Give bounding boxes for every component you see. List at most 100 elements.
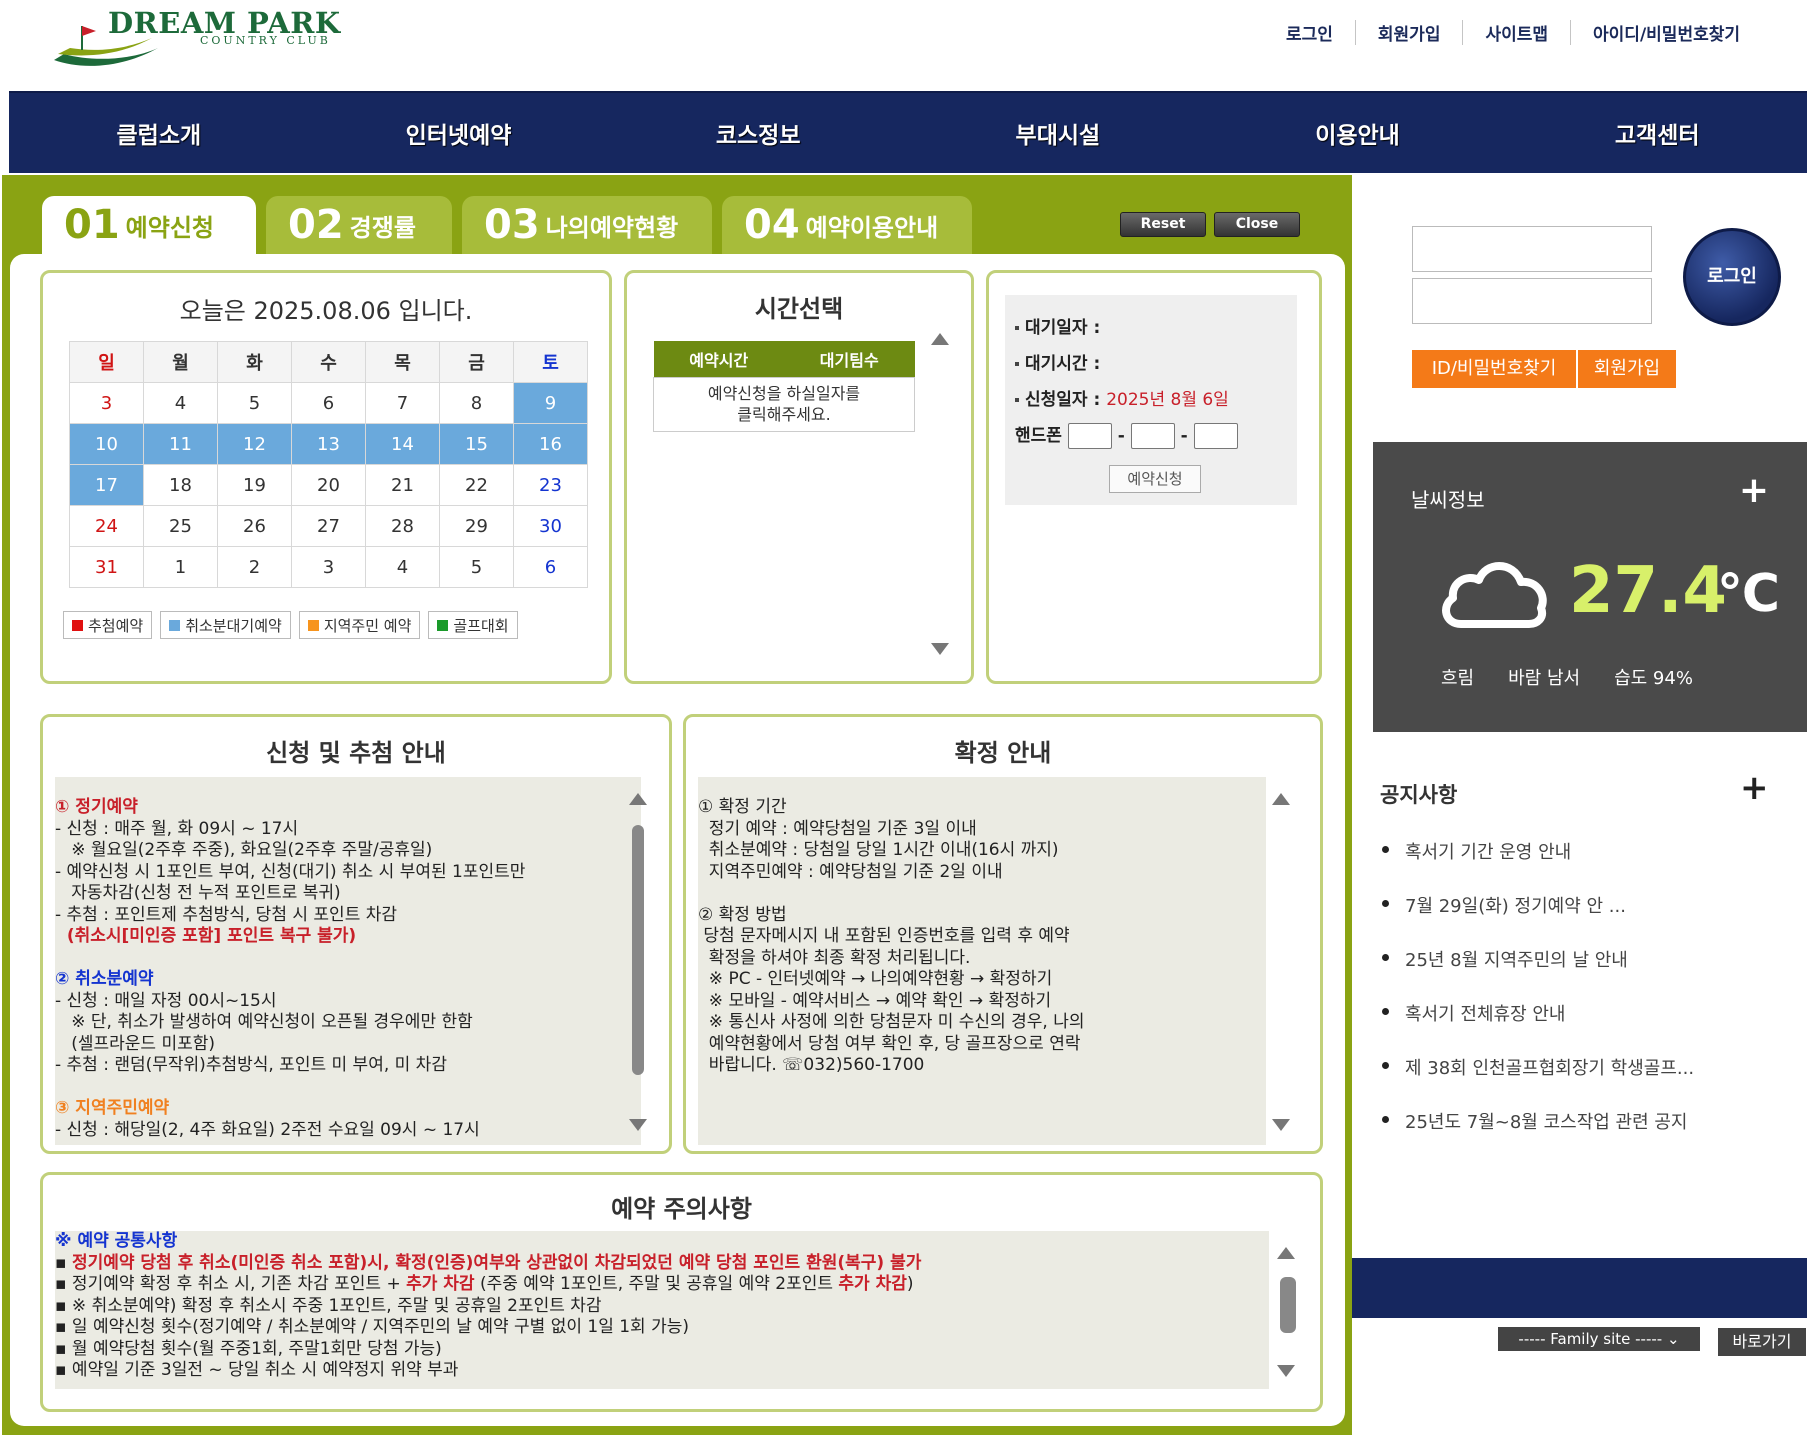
- login-password-input[interactable]: [1412, 278, 1652, 324]
- weekday-thu: 목: [365, 341, 440, 383]
- calendar-week: 17 18 19 20 21 22 23: [69, 464, 588, 506]
- find-id-password-link[interactable]: 아이디/비밀번호찾기: [1570, 20, 1762, 45]
- calendar-day: 24: [69, 505, 144, 547]
- caution-segment: ▪ 월 예약당첨 횟수(월 주중1회, 주말1회만 당첨 가능): [55, 1338, 442, 1359]
- calendar-day-available[interactable]: 13: [291, 423, 366, 465]
- calendar-day: 4: [143, 382, 218, 424]
- time-select-table: 예약시간 대기팀수 예약신청을 하실일자를 클릭해주세요.: [653, 341, 915, 432]
- nav-internet-reservation[interactable]: 인터넷예약: [309, 116, 609, 150]
- tab-label: 나의예약현황: [545, 213, 679, 242]
- nav-usage-guide[interactable]: 이용안내: [1208, 116, 1508, 150]
- tab-competition-rate[interactable]: 02 경쟁률: [266, 196, 452, 254]
- reservation-tabs: 01 예약신청 02 경쟁률 03 나의예약현황 04 예약이용안내: [42, 196, 972, 254]
- plus-icon[interactable]: +: [1739, 470, 1769, 511]
- phone-input-1[interactable]: [1067, 423, 1112, 449]
- calendar-day-available[interactable]: 16: [513, 423, 588, 465]
- calendar-day-available[interactable]: 14: [365, 423, 440, 465]
- tab-label: 예약이용안내: [805, 213, 939, 242]
- calendar-day-available[interactable]: 17: [69, 464, 144, 506]
- notice-item[interactable]: 혹서기 기간 운영 안내: [1382, 838, 1694, 892]
- weather-unit: ℃: [1717, 564, 1780, 624]
- nav-customer-center[interactable]: 고객센터: [1507, 116, 1807, 150]
- calendar-day-available[interactable]: 12: [217, 423, 292, 465]
- login-id-input[interactable]: [1412, 226, 1652, 272]
- apply-info-text: ① 정기예약 - 신청 : 매주 월, 화 09시 ~ 17시 ※ 월요일(2주후…: [55, 777, 641, 1145]
- notice-item[interactable]: 제 38회 인천골프협회장기 학생골프...: [1382, 1054, 1694, 1108]
- calendar-week: 3 4 5 6 7 8 9: [69, 382, 588, 424]
- go-button[interactable]: 바로가기: [1718, 1328, 1806, 1356]
- notice-item[interactable]: 25년 8월 지역주민의 날 안내: [1382, 946, 1694, 1000]
- calendar-day: 6: [513, 546, 588, 588]
- reset-button[interactable]: Reset: [1120, 212, 1206, 237]
- calendar-day-available[interactable]: 10: [69, 423, 144, 465]
- nav-course-info[interactable]: 코스정보: [608, 116, 908, 150]
- calendar-day: 30: [513, 505, 588, 547]
- scrollbar-thumb[interactable]: [632, 825, 644, 1075]
- sitemap-link[interactable]: 사이트맵: [1462, 20, 1570, 45]
- login-link[interactable]: 로그인: [1264, 20, 1355, 45]
- scroll-up-arrow-icon[interactable]: [931, 333, 949, 345]
- info-line: ※ PC - 인터넷예약 → 나의예약현황 → 확정하기: [698, 969, 1053, 989]
- caution-segment: ※ 예약 공통사항: [55, 1231, 178, 1251]
- scroll-down-arrow-icon[interactable]: [1272, 1119, 1290, 1131]
- nav-club-intro[interactable]: 클럽소개: [9, 116, 309, 150]
- caution-segment: 추가 차감: [406, 1274, 475, 1294]
- panel-buttons: Reset Close: [1120, 212, 1300, 237]
- scrollbar-thumb[interactable]: [1280, 1277, 1296, 1333]
- calendar-day: 6: [291, 382, 366, 424]
- tab-reservation-apply[interactable]: 01 예약신청: [42, 196, 256, 254]
- info-line: ② 확정 방법: [698, 904, 787, 925]
- join-link[interactable]: 회원가입: [1354, 20, 1463, 45]
- info-line: - 신청 : 해당일(2, 4주 화요일) 2주전 수요일 09시 ~ 17시: [55, 1119, 480, 1140]
- time-select-box: 시간선택 예약시간 대기팀수 예약신청을 하실일자를 클릭해주세요.: [624, 270, 974, 684]
- calendar-day-available[interactable]: 11: [143, 423, 218, 465]
- notice-item[interactable]: 7월 29일(화) 정기예약 안 ...: [1382, 892, 1694, 946]
- plus-icon[interactable]: +: [1740, 768, 1769, 808]
- time-select-header: 예약시간 대기팀수: [653, 341, 915, 377]
- find-id-password-button[interactable]: ID/비밀번호찾기: [1412, 350, 1576, 388]
- scroll-down-arrow-icon[interactable]: [1277, 1365, 1295, 1377]
- waiting-form: 대기일자 : 대기시간 : 신청일자 : 2025년 8월 6일 핸드폰 - -…: [1005, 295, 1297, 505]
- today-date: 오늘은 2025.08.06 입니다.: [179, 297, 473, 325]
- legend-swatch: [307, 619, 319, 631]
- bullet: [1382, 900, 1389, 907]
- tab-number: 02: [288, 202, 344, 248]
- scroll-down-arrow-icon[interactable]: [629, 1119, 647, 1131]
- nav-facilities[interactable]: 부대시설: [908, 116, 1208, 150]
- join-button[interactable]: 회원가입: [1576, 350, 1676, 388]
- close-button[interactable]: Close: [1214, 212, 1300, 237]
- login-button[interactable]: 로그인: [1683, 228, 1781, 326]
- bullet: [1015, 398, 1019, 402]
- tab-my-reservations[interactable]: 03 나의예약현황: [462, 196, 712, 254]
- calendar-day-available[interactable]: 9: [513, 382, 588, 424]
- legend-local-resident: 지역주민 예약: [298, 611, 421, 639]
- info-line: ① 정기예약: [55, 797, 138, 817]
- calendar-day-available[interactable]: 15: [439, 423, 514, 465]
- info-line: (셀프라운드 미포함): [55, 1033, 215, 1054]
- notice-text: 7월 29일(화) 정기예약 안 ...: [1405, 896, 1626, 917]
- notice-item[interactable]: 혹서기 전체휴장 안내: [1382, 1000, 1694, 1054]
- phone-input-2[interactable]: [1130, 423, 1175, 449]
- calendar-day: 18: [143, 464, 218, 506]
- notice-item[interactable]: 25년도 7월~8월 코스작업 관련 공지: [1382, 1108, 1694, 1162]
- info-line: [55, 948, 641, 970]
- dream-park-logo[interactable]: DREAM PARK COUNTRY CLUB: [52, 6, 342, 70]
- scroll-up-arrow-icon[interactable]: [1272, 793, 1290, 805]
- tab-label: 예약신청: [125, 213, 214, 242]
- bullet: [1382, 1062, 1389, 1069]
- weekday-sat: 토: [513, 341, 588, 383]
- scroll-down-arrow-icon[interactable]: [931, 643, 949, 655]
- info-line: - 신청 : 매일 자정 00시~15시: [55, 990, 277, 1011]
- caution-segment: ▪ 일 예약신청 횟수(정기예약 / 취소분예약 / 지역주민의 날 예약 구별…: [55, 1317, 690, 1337]
- calendar-day: 20: [291, 464, 366, 506]
- family-site-select[interactable]: ----- Family site ----- ⌄: [1498, 1327, 1700, 1351]
- scroll-up-arrow-icon[interactable]: [629, 793, 647, 805]
- info-line: 당첨 문자메시지 내 포함된 인증번호를 입력 후 예약: [698, 926, 1070, 946]
- phone-input-3[interactable]: [1193, 423, 1238, 449]
- scroll-up-arrow-icon[interactable]: [1277, 1247, 1295, 1259]
- weekday-wed: 수: [291, 341, 366, 383]
- reservation-submit-button[interactable]: 예약신청: [1109, 465, 1201, 493]
- apply-date-value: 2025년 8월 6일: [1106, 390, 1229, 410]
- tab-reservation-guide[interactable]: 04 예약이용안내: [722, 196, 972, 254]
- calendar-day: 25: [143, 505, 218, 547]
